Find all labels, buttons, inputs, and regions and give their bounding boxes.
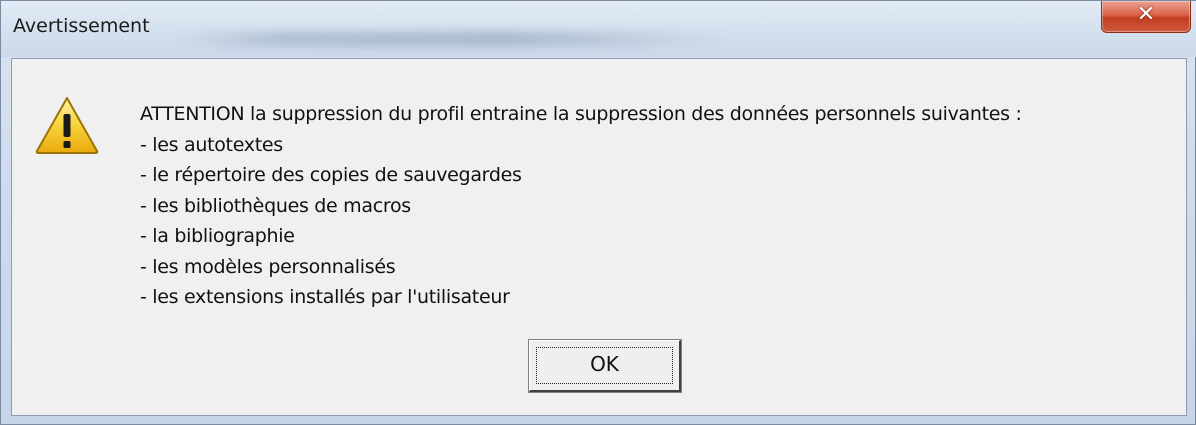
background-blur: [171, 31, 731, 47]
dialog-body: ATTENTION la suppression du profil entra…: [11, 58, 1187, 416]
message-line-heading: ATTENTION la suppression du profil entra…: [140, 103, 1022, 125]
warning-icon: [35, 97, 99, 154]
title-bar[interactable]: Avertissement ✕: [1, 1, 1196, 57]
message-line-item: - les bibliothèques de macros: [140, 194, 411, 217]
close-icon: ✕: [1136, 2, 1156, 27]
warning-message: ATTENTION la suppression du profil entra…: [140, 99, 1022, 313]
window-title: Avertissement: [13, 15, 150, 37]
close-button[interactable]: ✕: [1101, 1, 1191, 33]
message-line-item: - les modèles personnalisés: [140, 255, 396, 278]
dialog-window: Avertissement ✕ ATTENTION la suppression…: [0, 0, 1196, 425]
ok-button-label: OK: [590, 352, 619, 376]
message-line-item: - le répertoire des copies de sauvegarde…: [140, 164, 522, 186]
message-line-item: - les autotextes: [140, 133, 283, 156]
ok-button[interactable]: OK: [528, 339, 682, 393]
message-line-item: - les extensions installés par l'utilisa…: [140, 286, 510, 308]
message-line-item: - la bibliographie: [140, 225, 295, 247]
